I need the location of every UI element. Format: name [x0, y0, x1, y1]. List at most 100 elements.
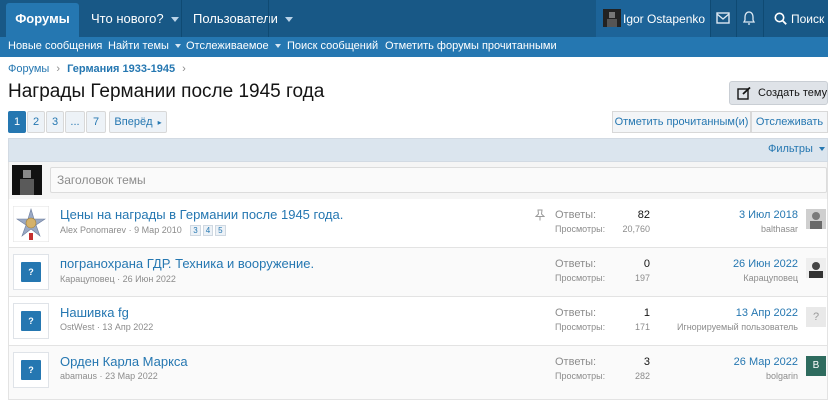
replies-label: Ответы:	[555, 258, 597, 270]
chevron-right-icon: ›	[182, 63, 186, 75]
placeholder-avatar: ?	[21, 311, 41, 331]
replies-label: Ответы:	[555, 209, 597, 221]
thread-title[interactable]: Орден Карла Маркса	[60, 354, 188, 369]
breadcrumb-forums[interactable]: Форумы	[8, 63, 49, 75]
thread-meta: Карацуповец · 26 Июн 2022	[60, 274, 176, 284]
nav-divider	[736, 0, 737, 37]
replies-label: Ответы:	[555, 307, 597, 319]
views-label: Просмотры:	[555, 273, 606, 283]
thread-author[interactable]: abamaus	[60, 371, 97, 381]
last-poster-avatar[interactable]: B	[806, 356, 826, 376]
thread-date: 26 Июн 2022	[122, 274, 176, 284]
subnav-watched-label: Отслеживаемое	[186, 40, 269, 52]
thread-meta: abamaus · 23 Мар 2022	[60, 371, 158, 381]
views-label: Просмотры:	[555, 322, 606, 332]
create-thread-label: Создать тему	[758, 87, 828, 99]
nav-divider	[181, 0, 182, 37]
page-2[interactable]: 2	[27, 111, 45, 133]
filters-button[interactable]: Фильтры	[768, 143, 825, 155]
last-poster-avatar[interactable]	[806, 258, 826, 278]
breadcrumb: Форумы › Германия 1933-1945 ›	[8, 63, 186, 77]
next-page-button[interactable]: Вперёд ▸	[109, 111, 167, 133]
page-3[interactable]: 3	[46, 111, 64, 133]
views-count: 20,760	[622, 224, 650, 234]
chevron-down-icon[interactable]	[174, 44, 181, 49]
breadcrumb-germany[interactable]: Германия 1933-1945	[67, 63, 175, 75]
mini-page-link[interactable]: 3	[190, 225, 201, 236]
subnav-watched[interactable]: Отслеживаемое	[186, 37, 281, 57]
chevron-down-icon[interactable]	[274, 44, 281, 49]
page-7[interactable]: 7	[86, 111, 106, 133]
placeholder-avatar: ?	[21, 360, 41, 380]
page-jump[interactable]: ...	[65, 111, 85, 133]
nav-divider	[268, 0, 269, 37]
subnav-search-posts[interactable]: Поиск сообщений	[287, 37, 378, 57]
replies-label: Ответы:	[555, 356, 597, 368]
tab-whats-new[interactable]: Что нового?	[91, 0, 179, 37]
views-count: 171	[634, 322, 650, 332]
mark-read-button[interactable]: Отметить прочитанным(и)	[612, 111, 751, 133]
thread-title-input[interactable]: Заголовок темы	[50, 167, 827, 193]
last-poster-avatar[interactable]	[806, 209, 826, 229]
thread-title[interactable]: Цены на награды в Германии после 1945 го…	[60, 207, 343, 222]
chevron-down-icon[interactable]	[170, 17, 179, 23]
user-avatar	[12, 165, 42, 195]
chevron-down-icon[interactable]	[284, 17, 293, 23]
mini-page-link[interactable]: 5	[215, 225, 226, 236]
medal-avatar[interactable]	[13, 206, 49, 242]
filters-label: Фильтры	[768, 143, 813, 155]
meta-dot: ·	[99, 371, 103, 381]
views-count: 197	[634, 273, 650, 283]
tab-members-label: Пользователи	[193, 11, 278, 26]
mini-page-link[interactable]: 4	[202, 225, 214, 236]
replies-count: 0	[643, 258, 650, 270]
next-page-label: Вперёд	[114, 116, 153, 128]
last-post-user[interactable]: Карацуповец	[743, 273, 798, 283]
subnav-mark-forums-read[interactable]: Отметить форумы прочитанными	[385, 37, 557, 57]
replies-count: 3	[643, 356, 650, 368]
thread-author[interactable]: OstWest	[60, 322, 94, 332]
last-post-date[interactable]: 26 Мар 2022	[734, 356, 798, 368]
pin-icon	[535, 209, 545, 221]
placeholder-avatar: ?	[21, 262, 41, 282]
user-avatar[interactable]	[603, 9, 621, 27]
last-post-user[interactable]: bolgarin	[766, 371, 798, 381]
page-title: Награды Германии после 1945 года	[8, 81, 325, 102]
compose-icon	[737, 87, 751, 100]
thread-title[interactable]: погранохрана ГДР. Техника и вооружение.	[60, 256, 314, 271]
meta-dot: ·	[117, 274, 121, 284]
replies-count: 82	[637, 209, 650, 221]
nav-divider	[763, 0, 764, 37]
filter-bar	[8, 138, 828, 162]
tab-forums[interactable]: Форумы	[6, 3, 79, 37]
thread-date: 23 Мар 2022	[105, 371, 158, 381]
tab-members[interactable]: Пользователи	[193, 0, 293, 37]
thread-author[interactable]: Карацуповец	[60, 274, 115, 284]
last-post-user[interactable]: balthasar	[761, 224, 798, 234]
last-post-date[interactable]: 26 Июн 2022	[733, 258, 798, 270]
bell-icon[interactable]	[743, 11, 755, 25]
replies-count: 1	[643, 307, 650, 319]
views-label: Просмотры:	[555, 371, 606, 381]
subnav-new-posts[interactable]: Новые сообщения	[8, 37, 102, 57]
subnav-find-threads-label: Найти темы	[108, 40, 169, 52]
meta-dot: ·	[128, 225, 132, 235]
meta-dot: ·	[96, 322, 100, 332]
chevron-right-icon: ▸	[157, 118, 162, 127]
last-post-date[interactable]: 3 Июл 2018	[739, 209, 798, 221]
thread-title[interactable]: Нашивка fg	[60, 305, 129, 320]
last-post-date[interactable]: 13 Апр 2022	[736, 307, 798, 319]
thread-author[interactable]: Alex Ponomarev	[60, 225, 126, 235]
search-icon[interactable]	[774, 12, 787, 25]
subnav-find-threads[interactable]: Найти темы	[108, 37, 181, 57]
tab-whats-new-label: Что нового?	[91, 11, 164, 26]
search-button[interactable]: Поиск	[791, 12, 824, 26]
ignored-user-avatar: ?	[806, 307, 826, 327]
chevron-right-icon: ›	[56, 63, 61, 75]
mini-pagination: 345	[188, 225, 226, 236]
username[interactable]: Igor Ostapenko	[623, 12, 705, 26]
mail-icon[interactable]	[716, 12, 730, 24]
chevron-down-icon	[818, 147, 825, 152]
page-1[interactable]: 1	[8, 111, 26, 133]
watch-button[interactable]: Отслеживать	[751, 111, 828, 133]
